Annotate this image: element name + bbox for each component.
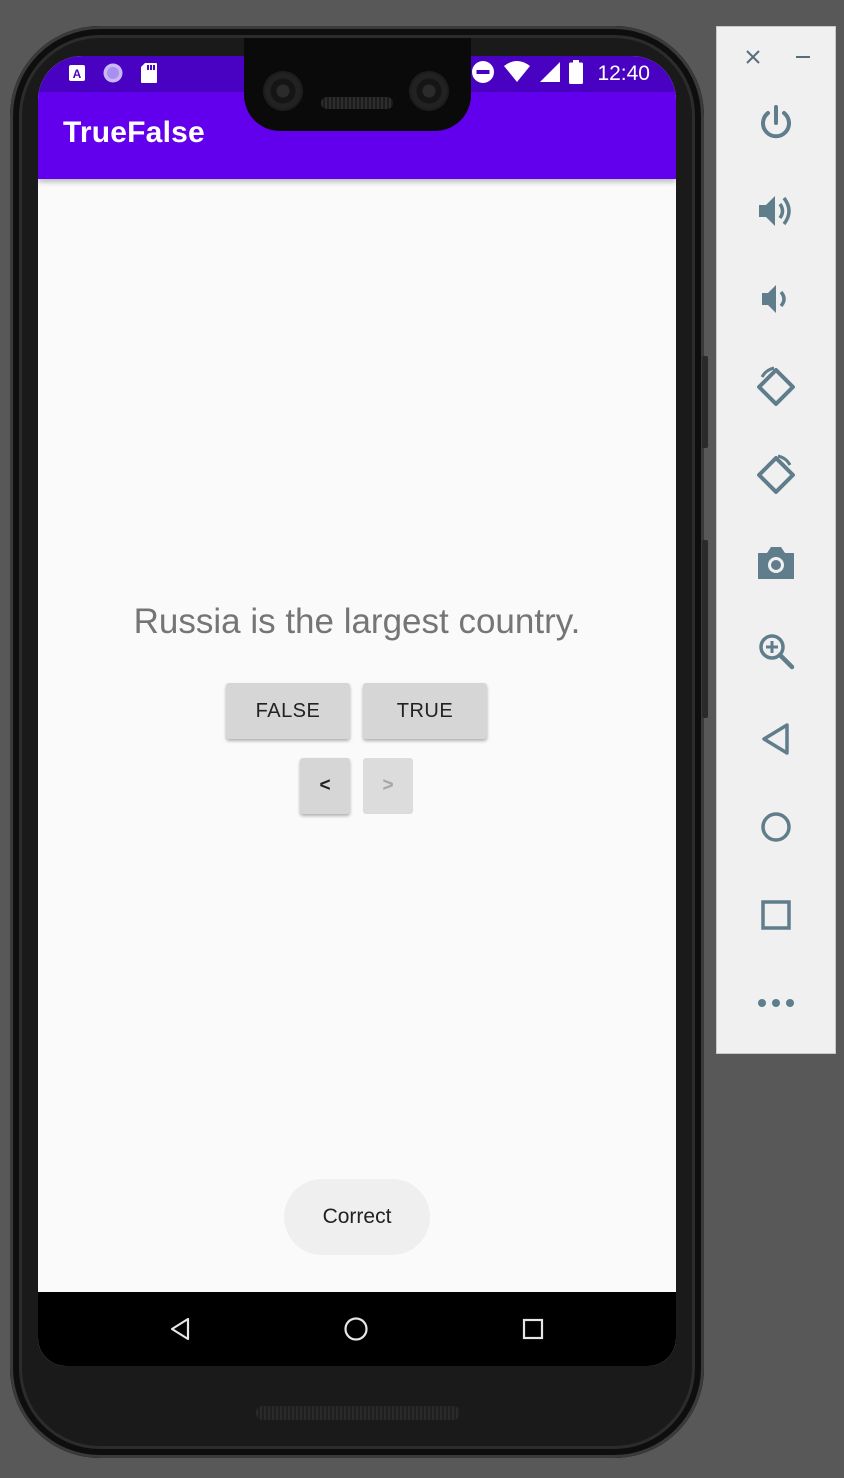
phone-screen: A 12:40 TrueFalse Russia is the largest …: [38, 56, 676, 1366]
home-icon[interactable]: [746, 797, 806, 857]
phone-bottom-speaker: [256, 1406, 460, 1420]
phone-side-button: [702, 540, 708, 718]
emulator-toolbar: [716, 26, 836, 1054]
volume-up-icon[interactable]: [746, 181, 806, 241]
phone-side-button: [702, 356, 708, 448]
camera-notch: [244, 38, 471, 131]
more-icon[interactable]: [746, 973, 806, 1033]
back-icon[interactable]: [746, 709, 806, 769]
back-icon[interactable]: [150, 1292, 210, 1366]
navigation-bar: [38, 1292, 676, 1366]
wifi-icon: [503, 60, 531, 88]
true-button[interactable]: TRUE: [363, 683, 487, 739]
home-icon[interactable]: [326, 1292, 386, 1366]
volume-down-icon[interactable]: [746, 269, 806, 329]
earpiece-speaker: [321, 97, 393, 109]
false-button[interactable]: FALSE: [226, 683, 350, 739]
previous-button[interactable]: <: [300, 758, 350, 814]
cell-signal-icon: [539, 61, 561, 88]
zoom-icon[interactable]: [746, 621, 806, 681]
accessibility-a-icon: A: [68, 64, 86, 87]
overview-icon[interactable]: [746, 885, 806, 945]
svg-text:A: A: [73, 67, 82, 81]
battery-icon: [569, 59, 584, 89]
front-camera-icon: [265, 73, 301, 109]
rotate-right-icon[interactable]: [746, 445, 806, 505]
app-title: TrueFalse: [63, 116, 205, 149]
question-text: Russia is the largest country.: [133, 602, 581, 641]
minimize-icon[interactable]: [791, 43, 815, 71]
close-icon[interactable]: [741, 43, 765, 71]
power-icon[interactable]: [746, 93, 806, 153]
circle-notification-icon: [102, 62, 124, 89]
rotate-left-icon[interactable]: [746, 357, 806, 417]
do-not-disturb-icon: [471, 60, 495, 89]
front-camera-icon: [411, 73, 447, 109]
camera-icon[interactable]: [746, 533, 806, 593]
next-button[interactable]: >: [363, 758, 413, 814]
status-time: 12:40: [597, 62, 650, 85]
recents-icon[interactable]: [503, 1292, 563, 1366]
sd-card-icon: [140, 62, 158, 89]
toast-message: Correct: [284, 1179, 430, 1255]
